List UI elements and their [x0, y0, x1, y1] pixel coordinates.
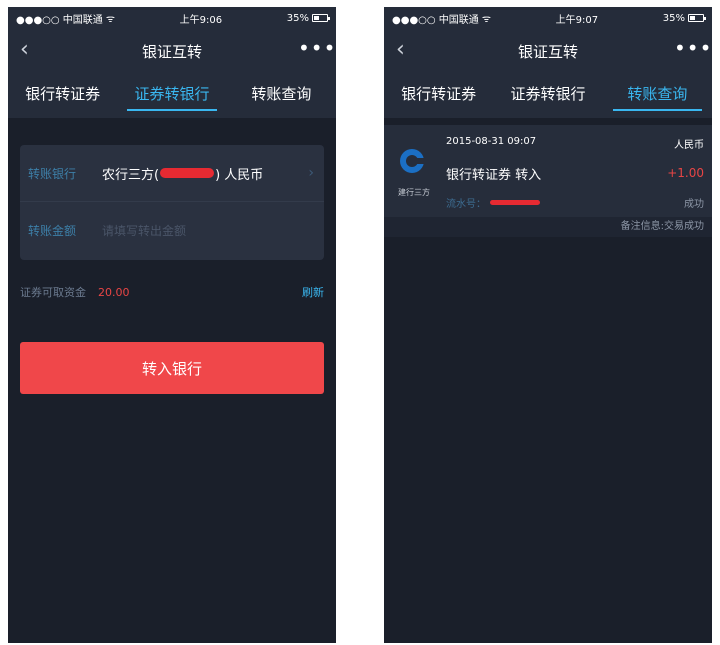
phone-screen-transfer-form: ●●●○○ 中国联通 ᯤ 上午9:06 35% ‹ 银证互转 ••• 银行转证券… [8, 7, 336, 643]
transfer-form: 转账银行 农行三方( ) 人民币 › 转账金额 请填写转出金额 [20, 145, 324, 260]
battery-percent: 35% [662, 12, 685, 24]
carrier-text: ●●●○○ 中国联通 [16, 14, 103, 26]
amount-row[interactable]: 转账金额 请填写转出金额 [20, 202, 324, 259]
carrier-text: ●●●○○ 中国联通 [392, 14, 479, 26]
redaction-mark [160, 168, 215, 178]
page-title: 银证互转 [141, 42, 202, 61]
clock-text: 上午9:06 [179, 14, 223, 26]
bank-suffix: ) 人民币 [215, 167, 264, 183]
navigation-bar: ‹ 银证互转 ••• [8, 29, 336, 73]
tab-securities-to-bank[interactable]: 证券转银行 [493, 73, 602, 118]
phone-screen-transfer-query: ●●●○○ 中国联通 ᯤ 上午9:07 35% ‹ 银证互转 ••• 银行转证券… [384, 7, 712, 643]
status-bar: ●●●○○ 中国联通 ᯤ 上午9:06 35% [8, 7, 336, 29]
page-title: 银证互转 [517, 42, 578, 61]
bank-prefix: 农行三方( [102, 167, 160, 183]
fund-value: 20.00 [98, 285, 130, 299]
tab-bar: 银行转证券 证券转银行 转账查询 [8, 73, 336, 119]
back-arrow-icon[interactable]: ‹ [396, 39, 418, 63]
back-arrow-icon[interactable]: ‹ [20, 39, 42, 63]
transfer-to-bank-button[interactable]: 转入银行 [20, 342, 324, 394]
chevron-right-icon: › [308, 165, 314, 181]
battery-icon [312, 14, 330, 22]
navigation-bar: ‹ 银证互转 ••• [384, 29, 712, 73]
redaction-mark [490, 200, 540, 205]
more-options-icon[interactable]: ••• [298, 38, 335, 61]
wifi-icon: ᯤ [481, 14, 491, 25]
tab-bar: 银行转证券 证券转银行 转账查询 [384, 73, 712, 119]
fund-label: 证券可取资金 [20, 286, 86, 299]
serial-label: 流水号： [446, 199, 486, 210]
tab-securities-to-bank[interactable]: 证券转银行 [117, 73, 226, 118]
bank-label: 转账银行 [28, 166, 77, 181]
record-status: 成功 [684, 199, 704, 210]
battery-percent: 35% [286, 12, 309, 24]
status-bar: ●●●○○ 中国联通 ᯤ 上午9:07 35% [384, 7, 712, 29]
tab-transfer-query[interactable]: 转账查询 [603, 73, 712, 118]
record-type: 银行转证券 转入 [446, 168, 542, 183]
bank-select-row[interactable]: 转账银行 农行三方( ) 人民币 › [20, 145, 324, 202]
bank-name: 建行三方 [398, 188, 430, 197]
transfer-record[interactable]: 建行三方 2015-08-31 09:07 人民币 银行转证券 转入 +1.00… [384, 125, 712, 217]
record-remark: 备注信息:交易成功 [384, 217, 712, 237]
amount-label: 转账金额 [28, 224, 77, 238]
wifi-icon: ᯤ [105, 14, 115, 25]
record-serial: 流水号： [446, 195, 541, 210]
tab-bank-to-securities[interactable]: 银行转证券 [8, 73, 117, 118]
tab-bank-to-securities[interactable]: 银行转证券 [384, 73, 493, 118]
record-amount: +1.00 [667, 166, 704, 180]
bank-logo-icon [400, 149, 425, 173]
more-options-icon[interactable]: ••• [674, 38, 711, 61]
tab-transfer-query[interactable]: 转账查询 [227, 73, 336, 118]
record-currency: 人民币 [674, 140, 704, 151]
amount-input[interactable]: 请填写转出金额 [102, 222, 186, 239]
record-date: 2015-08-31 09:07 [446, 136, 537, 147]
battery-icon [688, 14, 706, 22]
bank-value: 农行三方( ) 人民币 [102, 164, 263, 183]
clock-text: 上午9:07 [555, 14, 599, 26]
refresh-link[interactable]: 刷新 [302, 284, 324, 300]
available-fund-row: 证券可取资金 20.00 刷新 [20, 282, 324, 302]
